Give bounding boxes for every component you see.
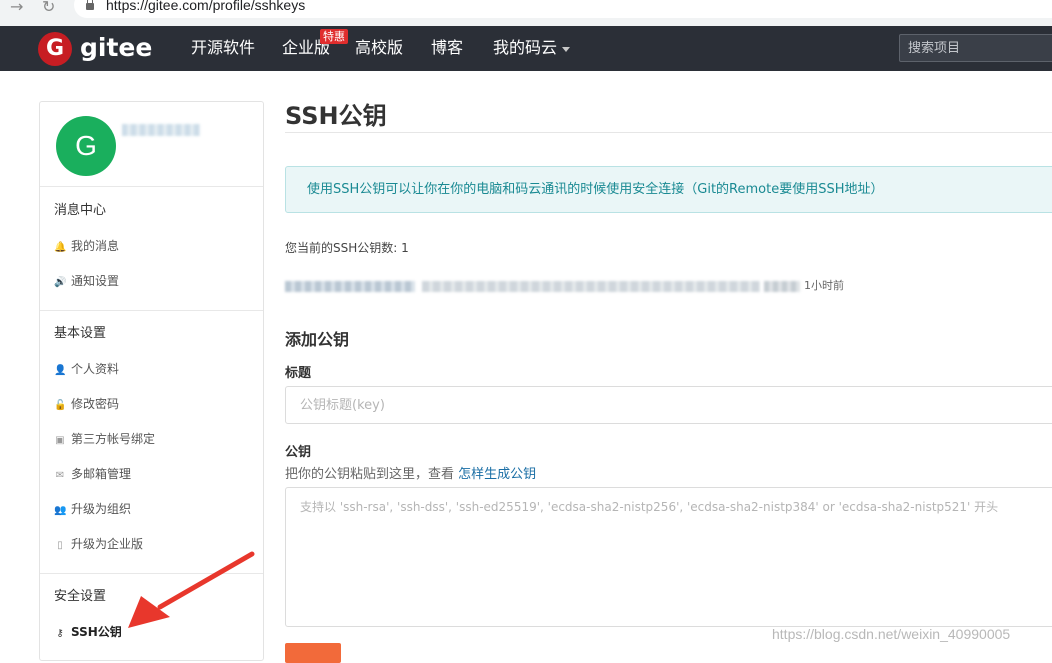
submit-button[interactable] [285,643,341,663]
nav-my-gitee[interactable]: 我的码云 [493,38,557,58]
bell-icon: 🔔 [54,242,67,253]
divider [40,186,263,187]
gitee-logo-icon[interactable]: G [38,32,72,66]
key-label: 公钥 [285,445,312,460]
add-key-heading: 添加公钥 [285,330,350,349]
group-icon: 👥 [54,505,67,516]
key-extra-redacted [764,281,800,292]
search-input[interactable] [900,35,1052,61]
public-key-textarea[interactable] [285,487,1052,627]
nav-education[interactable]: 高校版 [355,38,403,58]
info-alert: 使用SSH公钥可以让你在你的电脑和码云通讯的时候使用安全连接（Git的Remot… [285,166,1052,213]
sidebar-item-my-messages[interactable]: 🔔 我的消息 [54,237,119,255]
section-title-messages: 消息中心 [54,203,107,218]
reload-icon[interactable]: ↻ [42,0,55,15]
ssh-key-count: 您当前的SSH公钥数: 1 [285,241,409,255]
chevron-down-icon[interactable] [562,47,570,52]
arrow-right-icon[interactable]: → [10,0,23,15]
avatar[interactable]: G [56,116,116,176]
title-divider [285,132,1052,133]
sidebar-item-upgrade-enterprise[interactable]: ▯ 升级为企业版 [54,535,143,553]
building-icon: ▯ [57,540,63,551]
key-title-redacted [285,281,415,292]
url-text[interactable]: https://gitee.com/profile/sshkeys [106,0,305,13]
sidebar-item-emails[interactable]: ✉ 多邮箱管理 [54,465,131,483]
sidebar-item-upgrade-org[interactable]: 👥 升级为组织 [54,500,131,518]
unlock-icon: 🔓 [54,400,67,411]
watermark-text: https://blog.csdn.net/weixin_40990005 [772,626,1011,642]
info-alert-text: 使用SSH公钥可以让你在你的电脑和码云通讯的时候使用安全连接（Git的Remot… [307,182,884,197]
key-title-input[interactable] [285,386,1052,424]
user-icon: 👤 [54,365,67,376]
settings-sidebar: G 消息中心 🔔 我的消息 🔊 通知设置 基本设置 👤 个人资料 🔓 修改密码 ▣ 第三方… [39,101,264,661]
section-title-basic: 基本设置 [54,326,107,341]
title-label: 标题 [285,366,312,381]
key-fingerprint-redacted [422,281,760,292]
how-to-generate-link[interactable]: 怎样生成公钥 [458,467,536,482]
sidebar-item-profile[interactable]: 👤 个人资料 [54,360,119,378]
divider [40,573,263,574]
username-redacted [122,124,200,136]
key-added-time: 1小时前 [804,279,844,292]
key-hint: 把你的公钥粘贴到这里，查看 怎样生成公钥 [285,467,536,483]
promo-badge: 特惠 [320,29,348,44]
gitee-logo-text[interactable]: gitee [80,32,152,64]
sidebar-item-change-password[interactable]: 🔓 修改密码 [54,395,119,413]
section-title-security: 安全设置 [54,589,107,604]
key-icon: ⚷ [56,628,64,639]
id-card-icon: ▣ [55,435,65,446]
search-box [899,34,1052,62]
page-title: SSH公钥 [285,102,387,130]
divider [40,310,263,311]
speaker-icon: 🔊 [54,277,67,288]
sidebar-item-ssh-keys[interactable]: ⚷ SSH公钥 [54,623,121,641]
key-hint-text: 把你的公钥粘贴到这里，查看 [285,467,455,482]
sidebar-item-third-party[interactable]: ▣ 第三方帐号绑定 [54,430,155,448]
nav-blog[interactable]: 博客 [431,38,463,58]
envelope-icon: ✉ [55,470,65,481]
lock-icon [86,0,94,10]
browser-toolbar: → ↻ https://gitee.com/profile/sshkeys [0,0,1052,26]
site-header: G gitee 开源软件 企业版 特惠 高校版 博客 我的码云 [0,26,1052,71]
nav-open-source[interactable]: 开源软件 [191,38,255,58]
sidebar-item-notification-settings[interactable]: 🔊 通知设置 [54,272,119,290]
